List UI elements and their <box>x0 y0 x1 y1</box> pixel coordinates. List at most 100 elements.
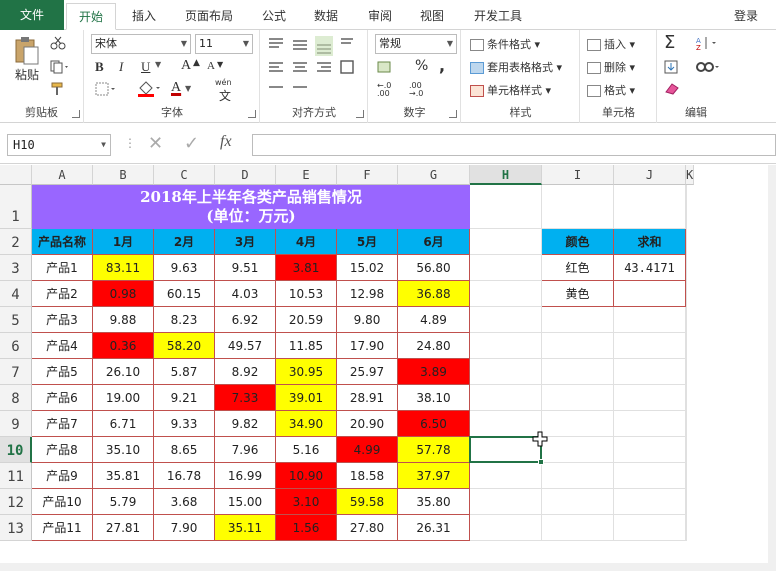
table-header-cell[interactable]: 5月 <box>337 229 398 255</box>
product-name-cell[interactable]: 产品10 <box>32 489 93 515</box>
sales-value-cell[interactable]: 16.78 <box>154 463 215 489</box>
sales-value-cell[interactable]: 9.80 <box>337 307 398 333</box>
cell[interactable] <box>542 463 614 489</box>
underline-button[interactable]: U <box>141 59 150 75</box>
tab-home[interactable]: 开始 <box>66 3 116 30</box>
cell[interactable] <box>470 359 542 385</box>
sales-value-cell[interactable]: 35.10 <box>93 437 154 463</box>
sales-value-cell[interactable]: 4.03 <box>215 281 276 307</box>
summary-header-cell[interactable]: 颜色 <box>542 229 614 255</box>
product-name-cell[interactable]: 产品5 <box>32 359 93 385</box>
sales-value-cell[interactable]: 35.80 <box>398 489 470 515</box>
cell[interactable] <box>686 437 687 463</box>
cell[interactable] <box>542 411 614 437</box>
cell[interactable] <box>614 307 686 333</box>
sheet-tab-bar[interactable] <box>0 563 776 571</box>
cell[interactable] <box>470 333 542 359</box>
fill-down-icon[interactable] <box>664 60 686 77</box>
format-cells-button[interactable]: 格式 ▾ <box>587 82 635 98</box>
product-name-cell[interactable]: 产品7 <box>32 411 93 437</box>
row-header-5[interactable]: 5 <box>0 307 32 333</box>
column-header-c[interactable]: C <box>154 165 215 185</box>
cell[interactable] <box>470 515 542 541</box>
column-header-d[interactable]: D <box>215 165 276 185</box>
cell[interactable] <box>614 333 686 359</box>
alignment-launcher-icon[interactable] <box>356 110 364 118</box>
table-header-cell[interactable]: 2月 <box>154 229 215 255</box>
column-header-f[interactable]: F <box>337 165 398 185</box>
product-name-cell[interactable]: 产品9 <box>32 463 93 489</box>
product-name-cell[interactable]: 产品4 <box>32 333 93 359</box>
increase-decimal-icon[interactable]: ←.0.00 <box>377 82 391 98</box>
column-header-j[interactable]: J <box>614 165 686 185</box>
column-header-g[interactable]: G <box>398 165 470 185</box>
sales-value-cell[interactable]: 27.80 <box>337 515 398 541</box>
name-box[interactable]: H10 ▼ <box>7 134 111 156</box>
sales-value-cell[interactable]: 57.78 <box>398 437 470 463</box>
sales-value-cell[interactable]: 35.81 <box>93 463 154 489</box>
tab-insert[interactable]: 插入 <box>122 3 166 30</box>
phonetic-button[interactable]: 文 <box>219 87 231 104</box>
sort-filter-icon[interactable]: AZ <box>696 36 722 53</box>
clipboard-launcher-icon[interactable] <box>72 110 80 118</box>
table-header-cell[interactable]: 6月 <box>398 229 470 255</box>
find-select-icon[interactable] <box>696 60 722 77</box>
sales-value-cell[interactable]: 5.87 <box>154 359 215 385</box>
cell[interactable] <box>614 411 686 437</box>
cell[interactable] <box>614 185 686 229</box>
product-name-cell[interactable]: 产品8 <box>32 437 93 463</box>
product-name-cell[interactable]: 产品1 <box>32 255 93 281</box>
cell[interactable] <box>470 307 542 333</box>
sales-value-cell[interactable]: 18.58 <box>337 463 398 489</box>
cell[interactable] <box>686 359 687 385</box>
tab-formulas[interactable]: 公式 <box>252 3 296 30</box>
summary-sum-cell[interactable]: 43.4171 <box>614 255 686 281</box>
sales-value-cell[interactable]: 26.10 <box>93 359 154 385</box>
cancel-icon[interactable]: ✕ <box>148 133 163 154</box>
sales-value-cell[interactable]: 24.80 <box>398 333 470 359</box>
cell[interactable] <box>470 185 542 229</box>
sales-value-cell[interactable]: 9.51 <box>215 255 276 281</box>
login-link[interactable]: 登录 <box>734 3 758 30</box>
sales-value-cell[interactable]: 3.10 <box>276 489 337 515</box>
sales-value-cell[interactable]: 37.97 <box>398 463 470 489</box>
sales-value-cell[interactable]: 7.90 <box>154 515 215 541</box>
chevron-down-icon[interactable]: ▼ <box>155 60 161 69</box>
sales-value-cell[interactable]: 3.81 <box>276 255 337 281</box>
summary-header-cell[interactable]: 求和 <box>614 229 686 255</box>
sales-value-cell[interactable]: 59.58 <box>337 489 398 515</box>
summary-sum-cell[interactable] <box>614 281 686 307</box>
sales-value-cell[interactable]: 83.11 <box>93 255 154 281</box>
row-header-6[interactable]: 6 <box>0 333 32 359</box>
currency-icon[interactable] <box>377 60 397 77</box>
format-as-table-button[interactable]: 套用表格格式 ▾ <box>470 59 562 75</box>
cell[interactable] <box>542 437 614 463</box>
sales-value-cell[interactable]: 15.02 <box>337 255 398 281</box>
sales-value-cell[interactable]: 30.95 <box>276 359 337 385</box>
product-name-cell[interactable]: 产品3 <box>32 307 93 333</box>
table-header-cell[interactable]: 1月 <box>93 229 154 255</box>
sales-value-cell[interactable]: 7.33 <box>215 385 276 411</box>
sales-value-cell[interactable]: 8.23 <box>154 307 215 333</box>
row-header-9[interactable]: 9 <box>0 411 32 437</box>
table-header-cell[interactable]: 4月 <box>276 229 337 255</box>
row-header-4[interactable]: 4 <box>0 281 32 307</box>
product-name-cell[interactable]: 产品2 <box>32 281 93 307</box>
cell[interactable] <box>614 489 686 515</box>
sales-value-cell[interactable]: 6.50 <box>398 411 470 437</box>
font-color-button[interactable]: A <box>171 80 181 96</box>
cell-styles-button[interactable]: 单元格样式 ▾ <box>470 82 551 98</box>
cell[interactable] <box>542 307 614 333</box>
cell[interactable] <box>470 255 542 281</box>
cell[interactable] <box>686 281 687 307</box>
table-header-cell[interactable]: 产品名称 <box>32 229 93 255</box>
decrease-font-button[interactable]: A <box>207 60 215 72</box>
borders-icon[interactable] <box>95 82 117 99</box>
cell[interactable] <box>686 463 687 489</box>
sales-value-cell[interactable]: 26.31 <box>398 515 470 541</box>
cell[interactable] <box>470 463 542 489</box>
cell[interactable] <box>686 489 687 515</box>
column-header-a[interactable]: A <box>32 165 93 185</box>
sales-value-cell[interactable]: 0.98 <box>93 281 154 307</box>
cell[interactable] <box>614 437 686 463</box>
